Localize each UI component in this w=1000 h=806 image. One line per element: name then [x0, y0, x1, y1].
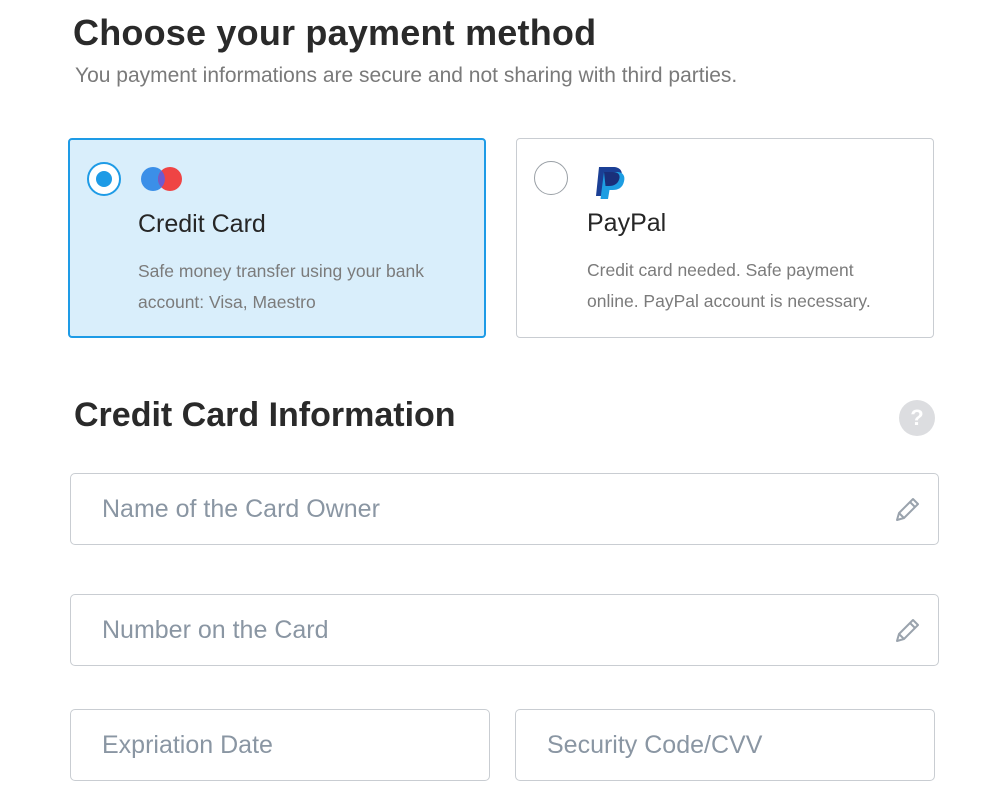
payment-option-description: Credit card needed. Safe payment online.…	[587, 260, 871, 311]
pencil-icon[interactable]	[892, 495, 922, 525]
security-code-input[interactable]	[516, 710, 934, 780]
page-title: Choose your payment method	[73, 12, 597, 53]
paypal-logo-icon	[596, 167, 625, 199]
card-owner-name-input[interactable]	[71, 474, 938, 544]
credit-card-radio[interactable]	[87, 162, 121, 196]
help-icon[interactable]: ?	[899, 400, 935, 436]
payment-option-label: Credit Card	[138, 210, 266, 238]
payment-option-description: Safe money transfer using your bank acco…	[138, 261, 424, 312]
card-number-field	[70, 594, 939, 666]
paypal-radio[interactable]	[534, 161, 568, 195]
pencil-icon[interactable]	[892, 616, 922, 646]
expiration-date-field	[70, 709, 490, 781]
radio-selected-dot	[96, 171, 112, 187]
page-subtitle: You payment informations are secure and …	[75, 64, 738, 87]
expiration-date-input[interactable]	[71, 710, 489, 780]
card-number-input[interactable]	[71, 595, 938, 665]
credit-card-info-title: Credit Card Information	[74, 396, 456, 434]
payment-option-credit-card[interactable]: Credit Card Safe money transfer using yo…	[68, 138, 486, 338]
card-owner-name-field	[70, 473, 939, 545]
maestro-card-icon	[141, 167, 182, 191]
payment-option-label: PayPal	[587, 209, 667, 237]
security-code-field	[515, 709, 935, 781]
payment-option-paypal[interactable]: PayPal Credit card needed. Safe payment …	[516, 138, 934, 338]
